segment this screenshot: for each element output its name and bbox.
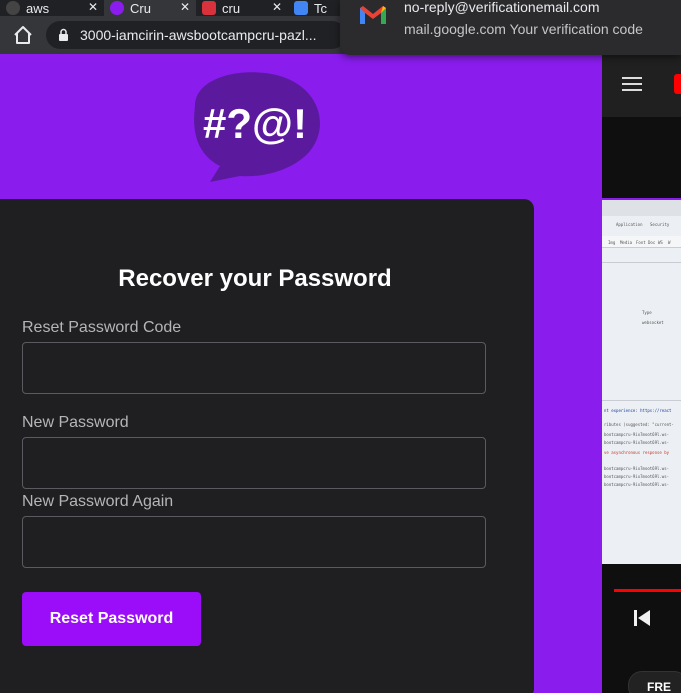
lock-icon bbox=[59, 28, 68, 41]
browser-tab-crud-active[interactable]: Cru ✕ bbox=[104, 0, 196, 16]
side-panel-header bbox=[602, 54, 681, 117]
tab-label: Tc bbox=[314, 0, 327, 16]
thumbnail-console-line: bootcampcru-9ix7moot69l.ws- bbox=[604, 432, 670, 437]
gmail-favicon-icon bbox=[294, 1, 308, 15]
video-thumbnail[interactable]: Application Security Img Media Font Doc … bbox=[602, 198, 681, 564]
youtube-logo-icon[interactable] bbox=[674, 74, 681, 94]
thumbnail-filter-text: WS bbox=[658, 240, 663, 245]
gmail-icon bbox=[360, 6, 386, 24]
close-tab-icon[interactable]: ✕ bbox=[272, 0, 282, 14]
tab-label: Cru bbox=[130, 0, 151, 16]
thumbnail-console-line: bootcampcru-9ix7moot69l.ws- bbox=[604, 440, 670, 445]
video-progress-bar[interactable] bbox=[614, 589, 681, 592]
thumbnail-console-line: bootcampcru-9ix7moot69l.ws- bbox=[604, 474, 670, 479]
hamburger-menu-icon[interactable] bbox=[622, 77, 642, 91]
app-logo: #?@! bbox=[194, 72, 320, 182]
tab-label: cru bbox=[222, 0, 241, 16]
browser-tab-gmail[interactable]: Tc bbox=[288, 0, 340, 16]
reset-code-label: Reset Password Code bbox=[22, 319, 182, 336]
crud-favicon-icon bbox=[202, 1, 216, 15]
thumbnail-tab-text: Security bbox=[650, 222, 670, 227]
reset-password-button[interactable]: Reset Password bbox=[22, 592, 201, 646]
tab-label: aws bbox=[26, 0, 50, 16]
notification-sender: no-reply@verificationemail.com bbox=[404, 0, 600, 15]
thumbnail-filter-text: Media bbox=[620, 240, 633, 245]
thumbnail-browser-header bbox=[602, 200, 681, 216]
notification-body: mail.google.com Your verification code bbox=[404, 21, 643, 37]
thumbnail-col-text: Type bbox=[642, 310, 652, 315]
new-password-input[interactable] bbox=[22, 437, 486, 489]
thumbnail-filter-text: Font bbox=[636, 240, 646, 245]
thumbnail-divider bbox=[602, 262, 681, 263]
page-title: Recover your Password bbox=[118, 265, 392, 292]
home-icon[interactable] bbox=[12, 25, 34, 45]
thumbnail-console-line: bootcampcru-9ix7moot69l.ws- bbox=[604, 482, 670, 487]
close-tab-icon[interactable]: ✕ bbox=[180, 0, 190, 14]
thumbnail-console-line: nt experience: https://react bbox=[604, 408, 672, 413]
thumbnail-tab-text: Application bbox=[616, 222, 643, 227]
new-password-again-input[interactable] bbox=[22, 516, 486, 568]
browser-tab-aws[interactable]: aws ✕ bbox=[0, 0, 104, 16]
cruddur-favicon-icon bbox=[110, 1, 124, 15]
email-notification[interactable]: no-reply@verificationemail.com mail.goog… bbox=[340, 0, 681, 55]
bottom-chip[interactable]: FRE bbox=[628, 671, 681, 693]
thumbnail-row-text: websocket bbox=[642, 320, 664, 325]
thumbnail-filter-text: Img bbox=[608, 240, 616, 245]
thumbnail-divider bbox=[602, 400, 681, 401]
address-bar[interactable]: 3000-iamcirin-awsbootcampcru-pazl... bbox=[46, 21, 346, 49]
thumbnail-console-line: ributes (suggested: "current- bbox=[604, 422, 674, 427]
new-password-again-label: New Password Again bbox=[22, 493, 174, 510]
thumbnail-console-line: ve asynchronous response by bbox=[604, 450, 670, 455]
bottom-chip-label: FRE bbox=[647, 680, 671, 693]
logo-text: #?@! bbox=[203, 100, 307, 147]
browser-tab-crud[interactable]: cru ✕ bbox=[196, 0, 288, 16]
screen: aws ✕ Cru ✕ cru ✕ Tc 3000-iamcirin-awsbo… bbox=[0, 0, 681, 693]
thumbnail-console-line: bootcampcru-9ix7moot69l.ws- bbox=[604, 466, 670, 471]
previous-track-icon[interactable] bbox=[632, 609, 652, 627]
github-icon bbox=[6, 1, 20, 15]
reset-code-input[interactable] bbox=[22, 342, 486, 394]
new-password-label: New Password bbox=[22, 414, 129, 431]
url-text: 3000-iamcirin-awsbootcampcru-pazl... bbox=[80, 27, 317, 43]
thumbnail-filter-text: Doc bbox=[648, 240, 656, 245]
side-video-panel: Application Security Img Media Font Doc … bbox=[602, 54, 681, 693]
close-tab-icon[interactable]: ✕ bbox=[88, 0, 98, 14]
thumbnail-filter-text: W bbox=[668, 240, 671, 245]
